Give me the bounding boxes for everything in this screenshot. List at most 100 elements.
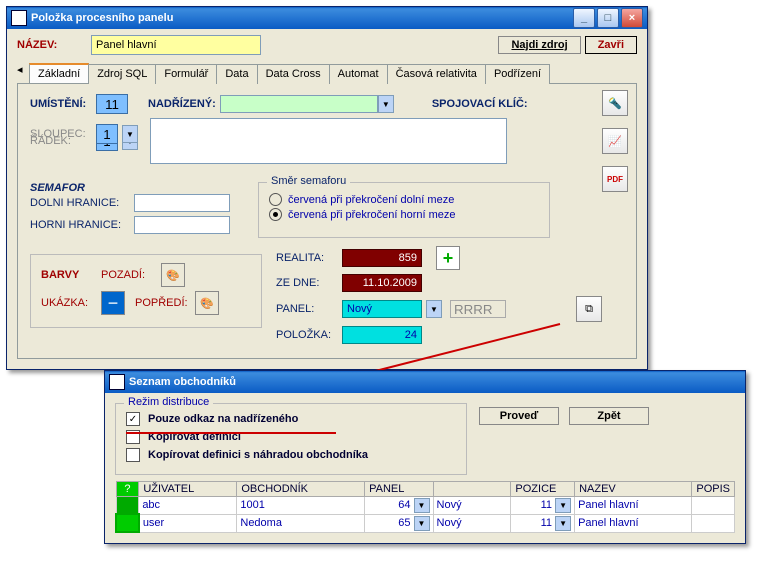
nadrizeny-label: NADŘÍZENÝ: — [148, 98, 216, 110]
row-marker[interactable] — [116, 514, 139, 532]
tab-automat[interactable]: Automat — [329, 64, 388, 84]
sloupec-input[interactable] — [96, 124, 118, 144]
tab-casova[interactable]: Časová relativita — [387, 64, 486, 84]
opt1-checkbox[interactable]: ✓ — [126, 412, 140, 426]
rrrr-input[interactable] — [450, 300, 506, 318]
umisteni-input[interactable] — [96, 94, 128, 114]
tab-zdroj-sql[interactable]: Zdroj SQL — [88, 64, 156, 84]
tab-body: 🔦 📈 PDF UMÍSTĚNÍ: NADŘÍZENÝ: ▼ SPOJOVACÍ… — [17, 84, 637, 359]
barvy-label: BARVY — [41, 269, 97, 281]
panel-value[interactable]: Nový — [342, 300, 422, 318]
hierarchy-icon[interactable]: ⧉ — [576, 296, 602, 322]
cell-obchodnik[interactable]: Nedoma — [237, 514, 365, 532]
umisteni-label: UMÍSTĚNÍ: — [30, 98, 92, 110]
pozice-cell-dropdown[interactable]: ▼ — [555, 498, 571, 513]
nadrizeny-dropdown[interactable]: ▼ — [378, 95, 394, 113]
maximize-button[interactable]: □ — [597, 8, 619, 28]
col-popis[interactable]: POPIS — [692, 482, 735, 497]
tab-zakladni[interactable]: Základní — [29, 63, 89, 83]
add-button[interactable]: + — [436, 246, 460, 270]
dolni-label: DOLNI HRANICE: — [30, 197, 130, 209]
chart-icon[interactable]: 📈 — [602, 128, 628, 154]
col-pozice[interactable]: POZICE — [511, 482, 575, 497]
tab-formular[interactable]: Formulář — [155, 64, 217, 84]
polozka-label: POLOŽKA: — [276, 329, 338, 341]
tab-data-cross[interactable]: Data Cross — [257, 64, 330, 84]
cell-nazev[interactable]: Panel hlavní — [575, 514, 692, 532]
horni-input[interactable] — [134, 216, 230, 234]
pozice-cell-dropdown[interactable]: ▼ — [555, 516, 571, 531]
polozka-value: 24 — [342, 326, 422, 344]
cell-obchodnik[interactable]: 1001 — [237, 497, 365, 515]
rezim-title: Režim distribuce — [124, 396, 213, 408]
pdf-icon[interactable]: PDF — [602, 166, 628, 192]
popredi-label: POPŘEDÍ: — [135, 297, 191, 309]
titlebar-2[interactable]: Seznam obchodníků — [105, 371, 745, 393]
semafor-heading: SEMAFOR — [30, 182, 240, 194]
cell-popis[interactable] — [692, 497, 735, 515]
cell-popis[interactable] — [692, 514, 735, 532]
description-textarea[interactable] — [150, 118, 507, 164]
popredi-color-button[interactable]: 🎨 — [195, 291, 219, 315]
proceed-button[interactable]: Proveď — [479, 407, 559, 425]
zedne-label: ZE DNE: — [276, 277, 338, 289]
app-icon-2 — [109, 374, 125, 390]
panel-cell-dropdown[interactable]: ▼ — [414, 498, 430, 513]
minimize-button[interactable]: _ — [573, 8, 595, 28]
cell-pozice[interactable]: 11 — [541, 499, 552, 511]
zedne-value: 11.10.2009 — [342, 274, 422, 292]
pozadi-color-button[interactable]: 🎨 — [161, 263, 185, 287]
col-uzivatel[interactable]: UŽIVATEL — [139, 482, 237, 497]
tab-podrizeni[interactable]: Podřízení — [485, 64, 550, 84]
panel-dropdown[interactable]: ▼ — [426, 300, 442, 318]
spojklic-label: SPOJOVACÍ KLÍČ: — [432, 98, 528, 110]
ukazka-label: UKÁZKA: — [41, 297, 97, 309]
cell-panel[interactable]: 65 — [398, 517, 410, 529]
col-panel[interactable]: PANEL — [365, 482, 433, 497]
window-title: Položka procesního panelu — [31, 7, 571, 29]
find-source-button[interactable]: Najdi zdroj — [498, 36, 580, 54]
cell-pozice[interactable]: 11 — [541, 517, 552, 529]
realita-label: REALITA: — [276, 252, 338, 264]
opt3-checkbox[interactable] — [126, 448, 140, 462]
col-mark[interactable]: ? — [116, 482, 139, 497]
back-button[interactable]: Zpět — [569, 407, 649, 425]
table-row[interactable]: abc 1001 64 ▼ Nový 11 ▼ Panel hlavní — [116, 497, 735, 515]
sloupec-label: SLOUPEC: — [30, 128, 92, 140]
tabstrip: ◂ Základní Zdroj SQL Formulář Data Data … — [17, 63, 637, 84]
smer-radio-1[interactable] — [269, 193, 282, 206]
close-button[interactable]: × — [621, 8, 643, 28]
opt3-label: Kopírovat definici s náhradou obchodníka — [148, 449, 368, 461]
cell-nazev[interactable]: Panel hlavní — [575, 497, 692, 515]
col-nazev[interactable]: NAZEV — [575, 482, 692, 497]
side-toolbar: 🔦 📈 PDF — [602, 90, 628, 196]
sloupec-dropdown[interactable]: ▼ — [122, 125, 138, 143]
ukazka-preview: − — [101, 291, 125, 315]
nazev-input[interactable] — [91, 35, 261, 55]
app-icon — [11, 10, 27, 26]
smer-title: Směr semaforu — [267, 175, 350, 187]
row-marker[interactable] — [116, 497, 139, 515]
table-row[interactable]: user Nedoma 65 ▼ Nový 11 ▼ Panel hlavní — [116, 514, 735, 532]
annotation-underline — [126, 432, 336, 434]
cell-uzivatel[interactable]: user — [139, 514, 237, 532]
cell-sel[interactable]: Nový — [437, 499, 462, 511]
cell-panel[interactable]: 64 — [398, 499, 410, 511]
traders-table: ? UŽIVATEL OBCHODNÍK PANEL POZICE NAZEV … — [115, 481, 735, 533]
smer-radio-2[interactable] — [269, 208, 282, 221]
cell-sel[interactable]: Nový — [437, 517, 462, 529]
process-panel-window: Položka procesního panelu _ □ × NÁZEV: N… — [6, 6, 648, 370]
dolni-input[interactable] — [134, 194, 230, 212]
tab-prev-icon[interactable]: ◂ — [17, 63, 25, 83]
close-dialog-button[interactable]: Zavři — [585, 36, 637, 54]
panel-cell-dropdown[interactable]: ▼ — [414, 516, 430, 531]
nadrizeny-input[interactable] — [220, 95, 378, 113]
tab-data[interactable]: Data — [216, 64, 257, 84]
pozadi-label: POZADÍ: — [101, 269, 157, 281]
cell-uzivatel[interactable]: abc — [139, 497, 237, 515]
col-blank[interactable] — [433, 482, 511, 497]
window-title-2: Seznam obchodníků — [129, 371, 741, 393]
col-obchodnik[interactable]: OBCHODNÍK — [237, 482, 365, 497]
flashlight-icon[interactable]: 🔦 — [602, 90, 628, 116]
titlebar[interactable]: Položka procesního panelu _ □ × — [7, 7, 647, 29]
